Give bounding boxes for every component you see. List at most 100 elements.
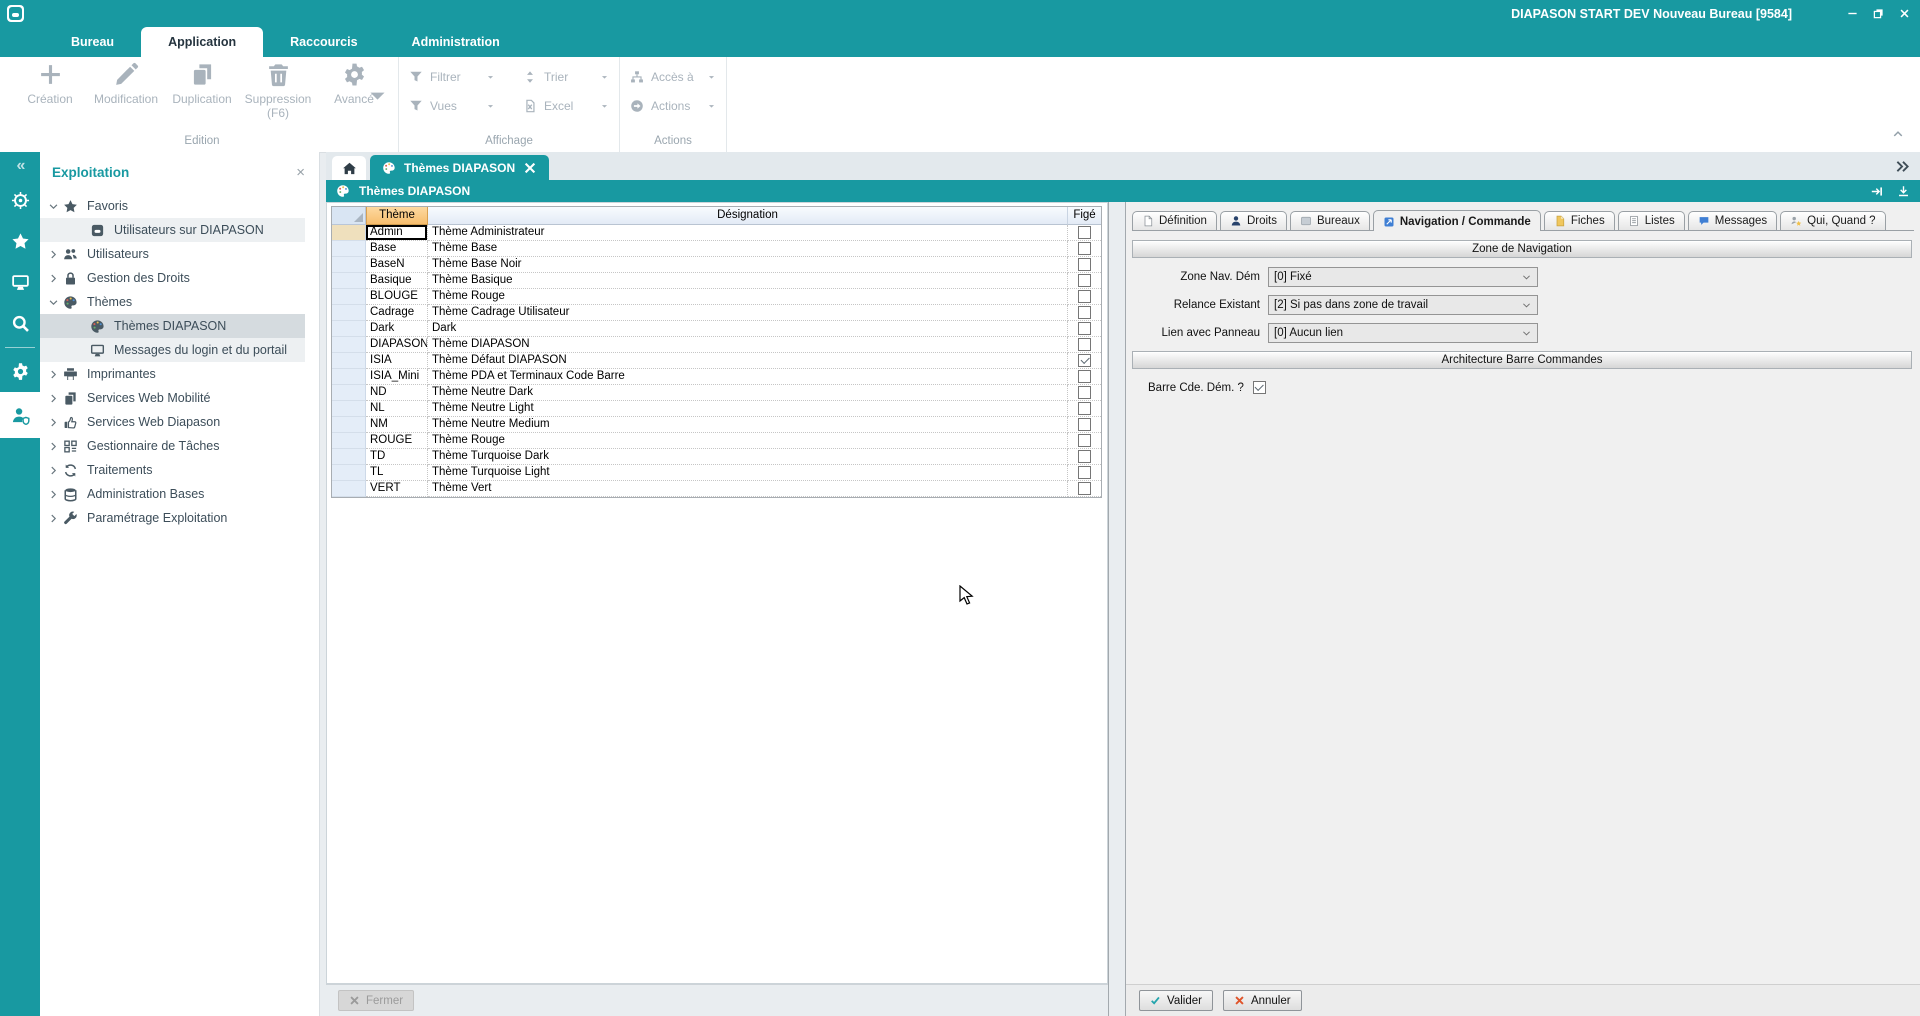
fige-checkbox[interactable] (1078, 370, 1091, 383)
fige-checkbox[interactable] (1078, 482, 1091, 495)
ribbon-item-acces-a[interactable]: Accès à (630, 70, 716, 84)
cell-theme[interactable]: ISIA_Mini (366, 369, 428, 385)
cell-designation[interactable]: Thème Administrateur (428, 225, 1068, 241)
row-selector[interactable] (332, 465, 366, 481)
sidebar-item-services-web-mobilite[interactable]: Services Web Mobilité (40, 386, 305, 410)
column-header-fige[interactable]: Figé (1068, 207, 1101, 225)
cell-theme[interactable]: Base (366, 241, 428, 257)
menu-tab-raccourcis[interactable]: Raccourcis (263, 27, 384, 57)
cell-designation[interactable]: Thème Rouge (428, 433, 1068, 449)
cell-designation[interactable]: Thème Cadrage Utilisateur (428, 305, 1068, 321)
sidebar-item-themes[interactable]: Thèmes (40, 290, 305, 314)
splitter[interactable] (1108, 202, 1126, 1016)
row-selector[interactable] (332, 369, 366, 385)
cell-designation[interactable]: Thème Neutre Dark (428, 385, 1068, 401)
rail-gear-button[interactable] (0, 351, 40, 392)
cell-theme[interactable]: BLOUGE (366, 289, 428, 305)
combo-lien-avec-panneau[interactable]: [0] Aucun lien (1268, 323, 1538, 343)
cell-designation[interactable]: Thème DIAPASON (428, 337, 1068, 353)
fige-checkbox[interactable] (1078, 322, 1091, 335)
row-selector[interactable] (332, 449, 366, 465)
ribbon-button-creation[interactable]: Création (16, 62, 84, 107)
cell-designation[interactable]: Thème Base (428, 241, 1068, 257)
document-tab[interactable]: Thèmes DIAPASON (370, 155, 549, 180)
row-selector[interactable] (332, 273, 366, 289)
cell-designation[interactable]: Thème Neutre Light (428, 401, 1068, 417)
sidebar-item-messages-du-login-et-du-portail[interactable]: Messages du login et du portail (40, 338, 305, 362)
sidebar-item-administration-bases[interactable]: Administration Bases (40, 482, 305, 506)
sidebar-item-gestionnaire-de-taches[interactable]: Gestionnaire de Tâches (40, 434, 305, 458)
cell-theme[interactable]: Cadrage (366, 305, 428, 321)
ribbon-button-avance[interactable]: Avancé (320, 62, 388, 107)
fige-checkbox[interactable] (1078, 466, 1091, 479)
cell-theme[interactable]: Basique (366, 273, 428, 289)
fige-checkbox[interactable] (1078, 226, 1091, 239)
row-selector[interactable] (332, 385, 366, 401)
rail-user-shield-button[interactable] (0, 392, 40, 438)
menu-tab-bureau[interactable]: Bureau (44, 27, 141, 57)
cell-theme[interactable]: BaseN (366, 257, 428, 273)
column-header-theme[interactable]: Thème (366, 207, 428, 225)
column-header-designation[interactable]: Désignation (428, 207, 1068, 225)
cell-theme[interactable]: VERT (366, 481, 428, 497)
sidebar-item-traitements[interactable]: Traitements (40, 458, 305, 482)
cell-theme[interactable]: ISIA (366, 353, 428, 369)
download-icon[interactable] (1897, 185, 1910, 198)
row-selector[interactable] (332, 225, 366, 241)
minimize-icon[interactable] (1847, 8, 1858, 19)
fige-checkbox[interactable] (1078, 338, 1091, 351)
row-selector[interactable] (332, 257, 366, 273)
sidebar-item-parametrage-exploitation[interactable]: Paramétrage Exploitation (40, 506, 305, 530)
row-selector[interactable] (332, 481, 366, 497)
sidebar-item-themes-diapason[interactable]: Thèmes DIAPASON (40, 314, 305, 338)
fige-checkbox[interactable] (1078, 418, 1091, 431)
annuler-button[interactable]: Annuler (1223, 990, 1302, 1011)
panel-tab-listes[interactable]: Listes (1618, 211, 1685, 230)
fermer-button[interactable]: Fermer (338, 990, 414, 1011)
sidebar-item-utilisateurs-sur-diapason[interactable]: Utilisateurs sur DIAPASON (40, 218, 305, 242)
ribbon-button-modification[interactable]: Modification (92, 62, 160, 107)
cell-theme[interactable]: TL (366, 465, 428, 481)
panel-tab-definition[interactable]: Définition (1132, 211, 1217, 230)
ribbon-button-duplication[interactable]: Duplication (168, 62, 236, 107)
cell-theme[interactable]: ROUGE (366, 433, 428, 449)
ribbon-button-suppression[interactable]: Suppression(F6) (244, 62, 312, 121)
cell-designation[interactable]: Thème PDA et Terminaux Code Barre (428, 369, 1068, 385)
sidebar-item-imprimantes[interactable]: Imprimantes (40, 362, 305, 386)
fige-checkbox[interactable] (1078, 386, 1091, 399)
fige-checkbox[interactable] (1078, 258, 1091, 271)
menu-tab-administration[interactable]: Administration (385, 27, 527, 57)
panel-tab-bureaux[interactable]: Bureaux (1290, 211, 1370, 230)
row-selector[interactable] (332, 401, 366, 417)
ribbon-item-excel[interactable]: Excel (523, 99, 609, 113)
row-selector[interactable] (332, 337, 366, 353)
combo-relance-existant[interactable]: [2] Si pas dans zone de travail (1268, 295, 1538, 315)
fige-checkbox[interactable] (1078, 274, 1091, 287)
cell-designation[interactable]: Thème Turquoise Light (428, 465, 1068, 481)
cell-theme[interactable]: TD (366, 449, 428, 465)
rail-search-button[interactable] (0, 303, 40, 344)
dock-right-icon[interactable] (1871, 185, 1884, 198)
sidebar-item-utilisateurs[interactable]: Utilisateurs (40, 242, 305, 266)
barre-cde-checkbox[interactable] (1253, 381, 1266, 394)
rail-wheel-button[interactable] (0, 180, 40, 221)
fige-checkbox[interactable] (1078, 450, 1091, 463)
select-all-header[interactable] (332, 207, 366, 225)
cell-theme[interactable]: Admin (366, 225, 428, 241)
row-selector[interactable] (332, 353, 366, 369)
row-selector[interactable] (332, 241, 366, 257)
fige-checkbox[interactable] (1078, 242, 1091, 255)
fige-checkbox[interactable] (1078, 306, 1091, 319)
row-selector[interactable] (332, 289, 366, 305)
cell-designation[interactable]: Thème Basique (428, 273, 1068, 289)
ribbon-item-trier[interactable]: Trier (523, 70, 609, 84)
row-selector[interactable] (332, 305, 366, 321)
cell-theme[interactable]: Dark (366, 321, 428, 337)
sidebar-item-gestion-des-droits[interactable]: Gestion des Droits (40, 266, 305, 290)
ribbon-item-filtrer[interactable]: Filtrer (409, 70, 495, 84)
ribbon-item-actions[interactable]: Actions (630, 99, 716, 113)
chevron-up-icon[interactable] (1892, 128, 1904, 140)
fige-checkbox[interactable] (1078, 402, 1091, 415)
cell-designation[interactable]: Thème Défaut DIAPASON (428, 353, 1068, 369)
tab-close-icon[interactable] (523, 161, 537, 175)
